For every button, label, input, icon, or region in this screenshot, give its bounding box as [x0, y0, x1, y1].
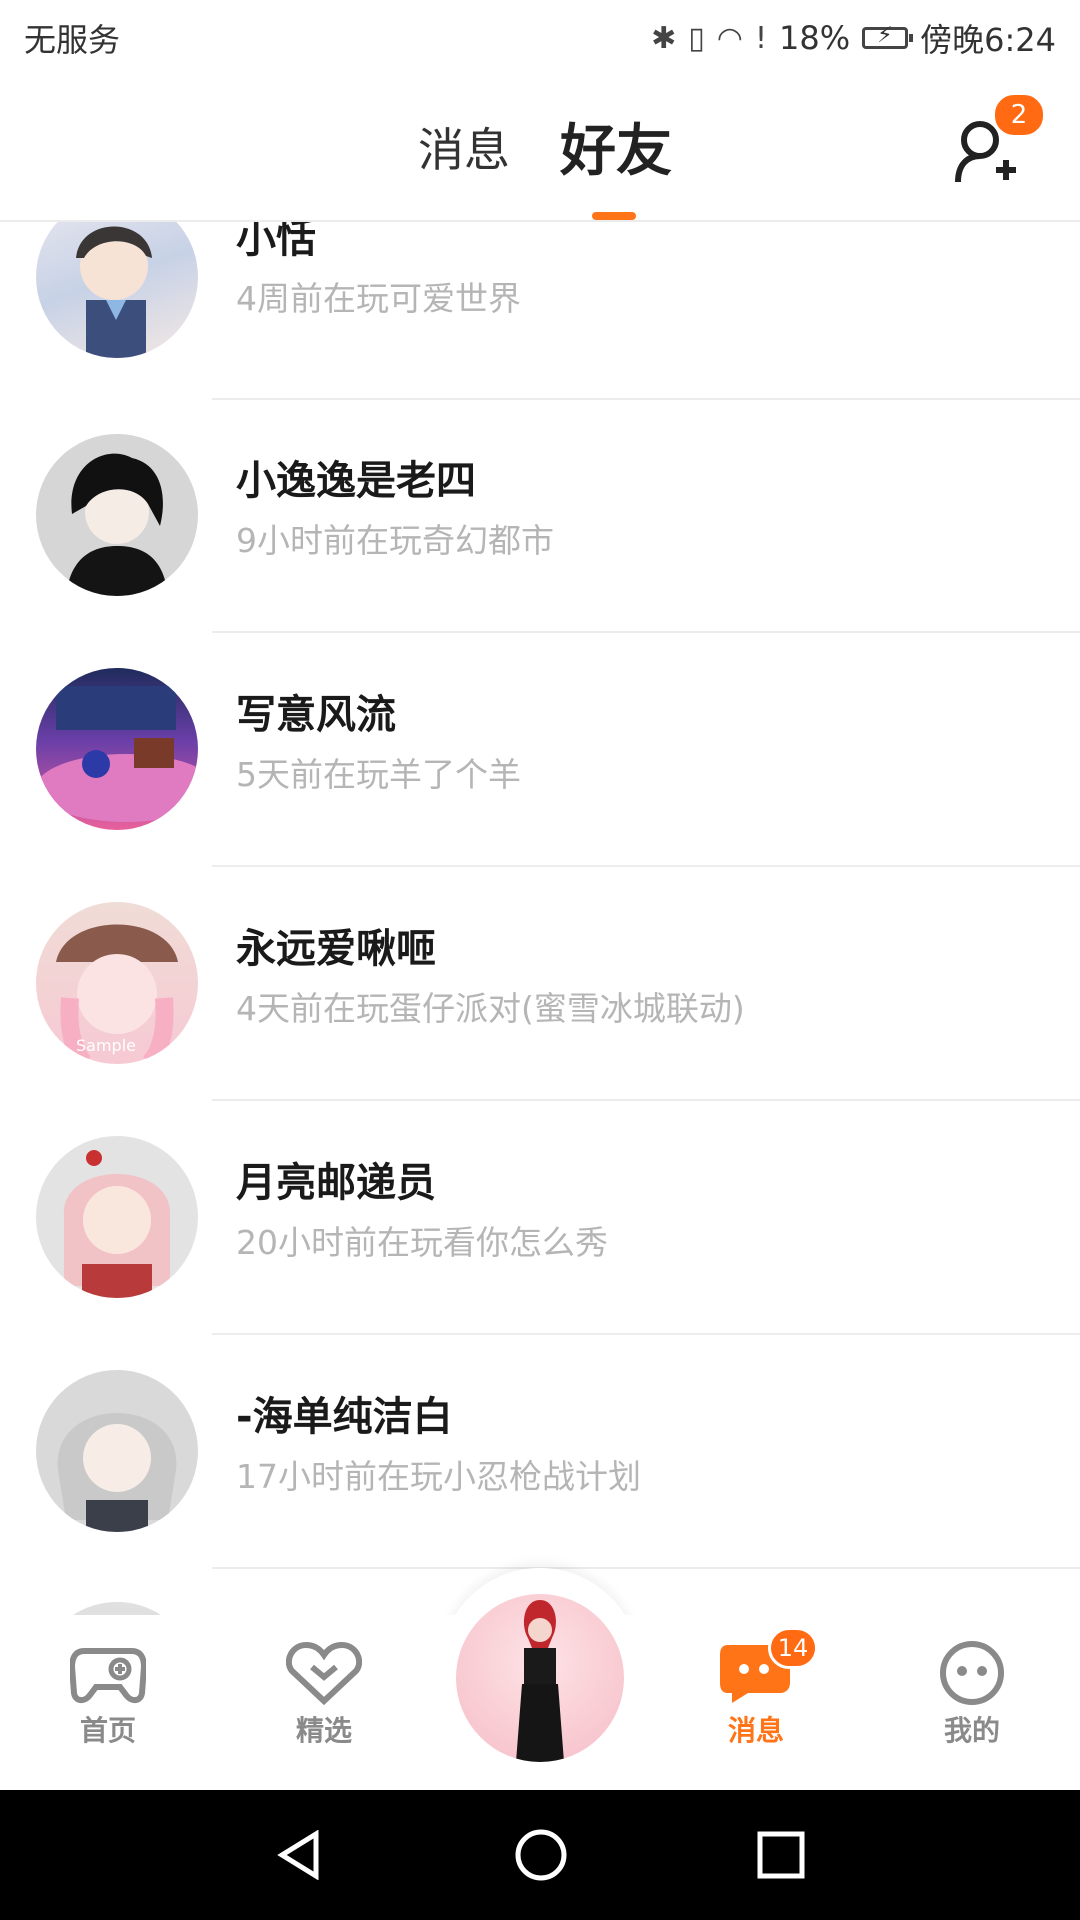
list-item[interactable]: -海单纯洁白 17小时前在玩小忍枪战计划: [0, 1334, 1080, 1569]
heart-chevron-icon: [286, 1641, 362, 1705]
avatar: [36, 1136, 198, 1298]
friend-name: 小恬: [236, 222, 316, 262]
face-icon: [940, 1641, 1004, 1705]
friend-name: -海单纯洁白: [236, 1394, 453, 1440]
nav-label: 精选: [295, 1714, 352, 1747]
list-item[interactable]: 写意风流 5天前在玩羊了个羊: [0, 632, 1080, 867]
friend-name: 写意风流: [236, 692, 396, 738]
list-item[interactable]: 月亮邮递员 20小时前在玩看你怎么秀: [0, 1100, 1080, 1335]
avatar-watermark: Sample: [76, 1036, 136, 1055]
nav-label: 首页: [79, 1714, 136, 1747]
friend-status: 20小时前在玩看你怎么秀: [236, 1223, 608, 1262]
list-item[interactable]: Sample 永远爱啾咂 4天前在玩蛋仔派对(蜜雪冰城联动): [0, 866, 1080, 1101]
nav-featured[interactable]: 精选: [244, 1641, 404, 1749]
friend-name: 月亮邮递员: [236, 1160, 436, 1206]
nav-label: 我的: [943, 1714, 1000, 1747]
list-item[interactable]: 小逸逸是老四 9小时前在玩奇幻都市: [0, 398, 1080, 633]
bluetooth-icon: ✱: [651, 20, 677, 56]
carrier-text: 无服务: [24, 21, 121, 59]
nav-me[interactable]: 我的: [892, 1641, 1052, 1749]
battery-percent: 18%: [779, 19, 851, 57]
friend-status: 4天前在玩蛋仔派对(蜜雪冰城联动): [236, 989, 745, 1028]
character-icon: [516, 1600, 564, 1762]
home-icon[interactable]: [514, 1828, 568, 1882]
nav-label: 消息: [727, 1714, 784, 1747]
friends-list[interactable]: 小恬 4周前在玩可爱世界 小逸逸是老四 9小时前在玩奇幻都市 写意风流 5天前在…: [0, 222, 1080, 1617]
recents-icon[interactable]: [756, 1830, 806, 1880]
gamepad-icon: [70, 1648, 146, 1703]
divider: [212, 1567, 1080, 1569]
status-bar: 无服务 ✱ ▯ ◠ ! 18% ⚡ 傍晚6:24: [0, 0, 1080, 76]
status-icons: ✱ ▯ ◠ ! 18% ⚡ 傍晚6:24: [651, 15, 1056, 61]
friend-name: 永远爱啾咂: [236, 926, 436, 972]
list-item[interactable]: 小恬 4周前在玩可爱世界: [0, 222, 1080, 400]
avatar: [36, 434, 198, 596]
avatar: [36, 668, 198, 830]
avatar: [36, 1370, 198, 1532]
wifi-icon: ◠: [716, 20, 743, 56]
add-friend-button[interactable]: 2: [950, 92, 1046, 184]
friend-status: 5天前在玩羊了个羊: [236, 755, 521, 794]
friend-request-badge: 2: [992, 92, 1046, 138]
friend-name: 小逸逸是老四: [236, 458, 476, 504]
battery-charging-icon: ⚡: [862, 23, 914, 49]
friend-status: 4周前在玩可爱世界: [236, 279, 521, 318]
center-avatar-button[interactable]: [456, 1594, 624, 1762]
messages-badge: 14: [768, 1627, 818, 1669]
nav-messages[interactable]: 14 消息: [676, 1627, 836, 1749]
top-tab-bar: 消息 好友 2: [0, 76, 1080, 222]
system-nav-bar: [0, 1790, 1080, 1920]
friend-status: 9小时前在玩奇幻都市: [236, 521, 554, 560]
friend-status: 17小时前在玩小忍枪战计划: [236, 1457, 641, 1496]
battery-alert-icon: !: [754, 20, 767, 56]
active-tab-indicator: [592, 212, 636, 220]
clock: 傍晚6:24: [920, 21, 1056, 59]
nav-home[interactable]: 首页: [28, 1641, 188, 1749]
tab-messages[interactable]: 消息: [418, 114, 510, 180]
back-icon[interactable]: [276, 1830, 326, 1880]
avatar: [36, 222, 198, 358]
tab-friends[interactable]: 好友: [560, 106, 672, 187]
vibrate-icon: ▯: [688, 20, 705, 56]
avatar: Sample: [36, 902, 198, 1064]
